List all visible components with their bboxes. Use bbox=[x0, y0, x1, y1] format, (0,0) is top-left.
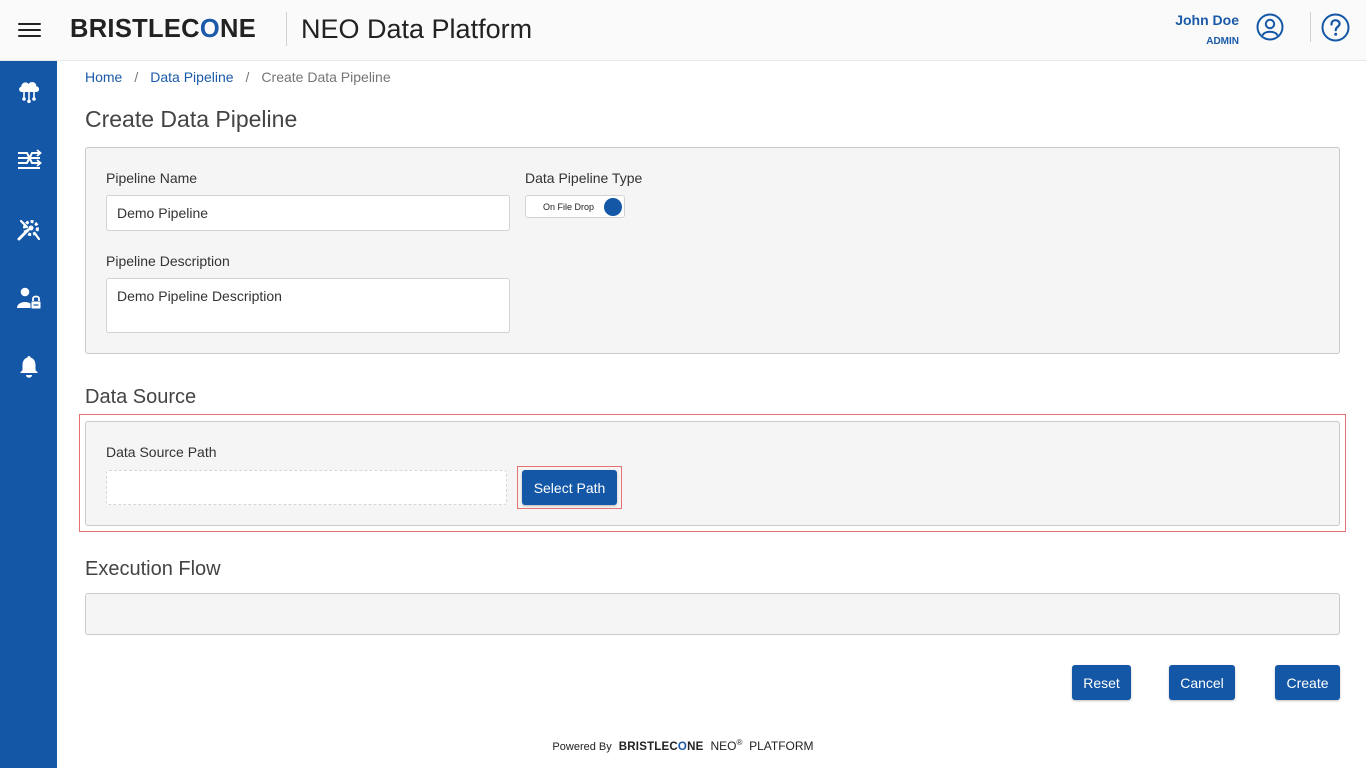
user-role: ADMIN bbox=[1206, 36, 1239, 47]
help-icon[interactable] bbox=[1321, 13, 1350, 42]
bell-icon[interactable] bbox=[14, 352, 44, 382]
breadcrumb-data-pipeline-link[interactable]: Data Pipeline bbox=[150, 69, 233, 85]
footer-neo-text: NEO® PLATFORM bbox=[710, 738, 814, 753]
create-button[interactable]: Create bbox=[1275, 665, 1340, 700]
cloud-network-icon[interactable] bbox=[14, 76, 44, 106]
bristlecone-logo: BRISTLECONE bbox=[70, 15, 257, 43]
breadcrumb-current: Create Data Pipeline bbox=[261, 69, 391, 85]
header-divider bbox=[1310, 12, 1311, 42]
sidebar bbox=[0, 61, 57, 768]
pipeline-description-input[interactable]: Demo Pipeline Description bbox=[106, 278, 510, 333]
header-divider bbox=[286, 12, 287, 46]
pipeline-name-input[interactable] bbox=[106, 195, 510, 231]
footer: Powered By BRISTLECONE NEO® PLATFORM bbox=[0, 738, 1366, 758]
breadcrumb: Home / Data Pipeline / Create Data Pipeline bbox=[85, 69, 391, 85]
app-title: NEO Data Platform bbox=[301, 14, 533, 44]
user-name[interactable]: John Doe bbox=[1175, 12, 1239, 28]
breadcrumb-home-link[interactable]: Home bbox=[85, 69, 122, 85]
cancel-button[interactable]: Cancel bbox=[1169, 665, 1235, 700]
footer-bristlecone-logo: BRISTLECONE bbox=[618, 741, 704, 753]
data-source-path-input[interactable] bbox=[106, 470, 507, 505]
powered-by-text: Powered By bbox=[552, 741, 612, 753]
pipeline-type-toggle[interactable]: On File Drop bbox=[525, 195, 625, 218]
data-source-title: Data Source bbox=[85, 386, 197, 408]
user-lock-icon[interactable] bbox=[14, 283, 44, 313]
pipeline-type-toggle-label: On File Drop bbox=[543, 202, 595, 212]
top-header: BRISTLECONE NEO Data Platform John Doe A… bbox=[0, 0, 1366, 61]
pipeline-name-label: Pipeline Name bbox=[106, 170, 198, 186]
pipeline-description-label: Pipeline Description bbox=[106, 253, 230, 269]
execution-flow-title: Execution Flow bbox=[85, 558, 221, 580]
breadcrumb-separator: / bbox=[134, 69, 139, 85]
breadcrumb-separator: / bbox=[245, 69, 250, 85]
execution-flow-panel bbox=[85, 593, 1340, 635]
pipeline-flow-icon[interactable] bbox=[14, 144, 44, 174]
reset-button[interactable]: Reset bbox=[1072, 665, 1131, 700]
select-path-button[interactable]: Select Path bbox=[522, 470, 617, 505]
page-title: Create Data Pipeline bbox=[85, 106, 298, 132]
data-source-path-label: Data Source Path bbox=[106, 444, 217, 460]
hamburger-menu-icon[interactable] bbox=[18, 20, 42, 40]
pipeline-type-label: Data Pipeline Type bbox=[525, 170, 643, 186]
tools-gear-icon[interactable] bbox=[14, 214, 44, 244]
toggle-knob bbox=[604, 198, 622, 216]
user-profile-icon[interactable] bbox=[1256, 13, 1284, 41]
